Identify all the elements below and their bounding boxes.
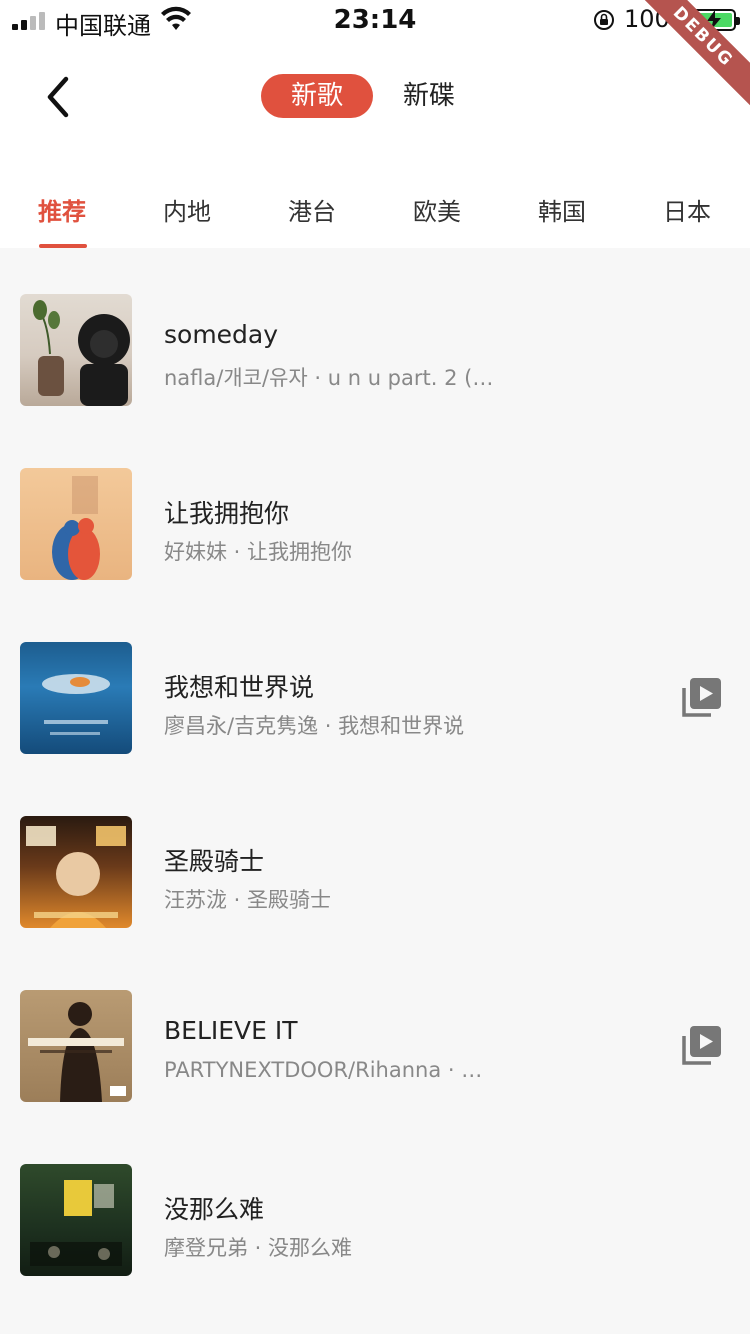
song-title: 让我拥抱你 xyxy=(164,499,290,528)
tab-recommended[interactable]: 推荐 xyxy=(17,192,107,227)
song-subtitle: PARTYNEXTDOOR/Rihanna · … xyxy=(164,1058,483,1082)
album-cover xyxy=(20,642,132,754)
list-item[interactable]: 没那么难 摩登兄弟 · 没那么难 xyxy=(0,1118,750,1292)
top-nav-bar: 新歌 新碟 xyxy=(0,40,750,170)
song-subtitle: 好妹妹 · 让我拥抱你 xyxy=(164,540,353,564)
status-bar: 中国联通 23:14 100% xyxy=(0,0,750,40)
tab-western[interactable]: 欧美 xyxy=(392,192,482,227)
song-title: 圣殿骑士 xyxy=(164,847,265,876)
list-item[interactable]: 我想和世界说 廖昌永/吉克隽逸 · 我想和世界说 xyxy=(0,596,750,770)
song-list: someday nafla/개코/유자 · u n u part. 2 (Exp… xyxy=(0,248,750,1292)
segment-new-songs[interactable]: 新歌 xyxy=(261,74,374,118)
album-cover xyxy=(20,990,132,1102)
tab-korea[interactable]: 韩国 xyxy=(517,192,607,227)
chevron-left-icon xyxy=(47,76,69,118)
tab-hk-tw[interactable]: 港台 xyxy=(267,192,357,227)
video-play-icon[interactable] xyxy=(681,676,723,718)
list-item[interactable]: 让我拥抱你 好妹妹 · 让我拥抱你 xyxy=(0,422,750,596)
song-title: someday xyxy=(164,320,279,349)
song-subtitle: 摩登兄弟 · 没那么难 xyxy=(164,1236,353,1260)
segment-new-albums[interactable]: 新碟 xyxy=(373,74,485,118)
rotation-lock-icon xyxy=(594,10,614,30)
song-title: BELIEVE IT xyxy=(164,1016,298,1045)
new-songs-screen: 中国联通 23:14 100% DEBUG 新歌 新碟 推荐 内地 港台 欧美 … xyxy=(0,0,750,1334)
tab-japan[interactable]: 日本 xyxy=(642,192,732,227)
segmented-control: 新歌 新碟 xyxy=(261,74,485,118)
list-item[interactable]: 圣殿骑士 汪苏泷 · 圣殿骑士 xyxy=(0,770,750,944)
album-cover xyxy=(20,468,132,580)
album-cover xyxy=(20,816,132,928)
song-title: 我想和世界说 xyxy=(164,673,315,702)
video-play-icon[interactable] xyxy=(681,1024,723,1066)
list-item[interactable]: someday nafla/개코/유자 · u n u part. 2 (Exp… xyxy=(0,248,750,422)
tab-mainland[interactable]: 内地 xyxy=(142,192,232,227)
song-subtitle: nafla/개코/유자 · u n u part. 2 (Explicit) xyxy=(164,366,504,390)
song-subtitle: 廖昌永/吉克隽逸 · 我想和世界说 xyxy=(164,714,465,738)
album-cover xyxy=(20,1164,132,1276)
song-title: 没那么难 xyxy=(164,1195,265,1224)
region-tabs: 推荐 内地 港台 欧美 韩国 日本 xyxy=(0,170,750,248)
song-subtitle: 汪苏泷 · 圣殿骑士 xyxy=(164,888,332,912)
list-item[interactable]: BELIEVE IT PARTYNEXTDOOR/Rihanna · … xyxy=(0,944,750,1118)
back-button[interactable] xyxy=(36,72,80,122)
album-cover xyxy=(20,294,132,406)
